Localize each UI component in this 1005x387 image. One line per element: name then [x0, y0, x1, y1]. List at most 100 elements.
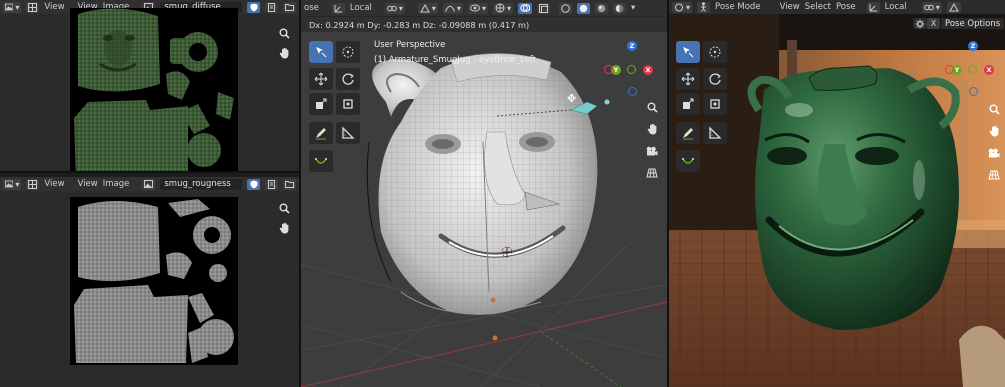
overlay-button[interactable]: [517, 2, 532, 14]
orientation-dropdown[interactable]: Local: [350, 3, 372, 13]
hand-icon[interactable]: [987, 124, 1001, 138]
editor-type-button[interactable]: ▾: [672, 1, 693, 13]
gizmo-neg-z[interactable]: [969, 87, 978, 96]
fake-user-button[interactable]: [247, 178, 260, 190]
fake-user-button[interactable]: [247, 1, 260, 13]
gizmo-neg-y[interactable]: [968, 65, 977, 74]
gizmo-neg-x[interactable]: [945, 65, 954, 74]
shading-popover[interactable]: ▾: [631, 3, 635, 13]
image-canvas-bottom[interactable]: [0, 191, 299, 387]
zoom-icon[interactable]: [645, 100, 659, 114]
perspective-label: User Perspective: [374, 40, 446, 50]
close-x-button[interactable]: X: [927, 18, 940, 29]
image-mode-button[interactable]: [26, 1, 40, 13]
view-dropdown[interactable]: View: [44, 179, 64, 189]
wireframe-icon: [561, 3, 570, 13]
tool-measure[interactable]: [336, 122, 360, 144]
gizmo-button[interactable]: ▾: [492, 2, 513, 14]
image-name-field[interactable]: smug_rougness: [160, 178, 242, 190]
gizmo-x-axis[interactable]: X: [984, 65, 994, 75]
tool-transform[interactable]: [703, 93, 727, 115]
tool-cursor[interactable]: [703, 41, 727, 63]
transform-orientation-button[interactable]: [866, 1, 880, 13]
camera-icon[interactable]: [987, 146, 1001, 160]
image-menu[interactable]: Image: [103, 179, 130, 189]
tool-measure[interactable]: [703, 122, 727, 144]
image-canvas-top[interactable]: [0, 8, 299, 171]
mode-label[interactable]: ose: [304, 3, 319, 13]
transform-icon: [710, 99, 720, 109]
proportional-button[interactable]: ▾: [442, 2, 463, 14]
tool-move[interactable]: [676, 68, 700, 90]
tool-select-box[interactable]: [676, 41, 700, 63]
tool-annotate[interactable]: [309, 122, 333, 144]
hand-icon[interactable]: [645, 122, 659, 136]
image-mode-button[interactable]: [26, 178, 40, 190]
pose-mode-icon-button[interactable]: [697, 1, 711, 13]
shading-rendered-button[interactable]: [612, 2, 626, 14]
image-editor-bottom: ▾ View View Image smug_rougness: [0, 173, 299, 387]
tool-scale[interactable]: [676, 93, 700, 115]
tool-move[interactable]: [309, 68, 333, 90]
editor-type-button[interactable]: ▾: [3, 1, 22, 13]
gizmo-x-axis[interactable]: X: [643, 65, 653, 75]
material-icon: [597, 4, 606, 12]
orientation-dropdown[interactable]: Local: [885, 2, 907, 12]
tool-bone-relax[interactable]: [676, 150, 700, 172]
shading-solid-button[interactable]: [576, 2, 590, 14]
pivot-button[interactable]: ▾: [921, 1, 942, 13]
gizmo-z-axis[interactable]: Z: [968, 41, 978, 51]
zoom-icon[interactable]: [987, 102, 1001, 116]
xray-button[interactable]: [536, 2, 550, 14]
navigation-gizmo[interactable]: Z Y X: [943, 38, 1003, 98]
view-menu[interactable]: View: [780, 2, 800, 12]
visibility-button[interactable]: ▾: [467, 2, 488, 14]
mode-dropdown[interactable]: Pose Mode: [715, 2, 761, 12]
image-editor-icon: [5, 3, 14, 11]
select-menu[interactable]: Select: [805, 2, 831, 12]
pose-options-button[interactable]: Pose Options: [941, 18, 1005, 29]
tool-select-box[interactable]: [309, 41, 333, 63]
new-image-button[interactable]: [265, 178, 278, 190]
tool-bone-relax[interactable]: [309, 150, 333, 172]
open-image-button[interactable]: [283, 1, 296, 13]
tool-annotate[interactable]: [676, 122, 700, 144]
tool-settings-icon[interactable]: [913, 18, 927, 29]
image-editor-top: ▾ View View Image smug_diffuse: [0, 0, 299, 171]
render-viewport-header: ▾ Pose Mode View Select Pose Local ▾: [669, 0, 1005, 14]
tool-scale[interactable]: [309, 93, 333, 115]
navigation-gizmo[interactable]: Z Y X: [602, 38, 662, 98]
view-menu[interactable]: View: [78, 179, 98, 189]
gizmo-neg-y[interactable]: [627, 65, 636, 74]
gizmo-z-axis[interactable]: Z: [627, 41, 637, 51]
snap-button[interactable]: [946, 1, 961, 13]
gizmo-neg-z[interactable]: [628, 87, 637, 96]
grid-view-icon[interactable]: [645, 166, 659, 180]
transform-orientation-button[interactable]: [331, 2, 345, 14]
hand-icon[interactable]: [277, 46, 291, 60]
tool-transform[interactable]: [336, 93, 360, 115]
open-image-button[interactable]: [283, 178, 296, 190]
camera-icon[interactable]: [645, 144, 659, 158]
editor-type-button[interactable]: ▾: [3, 178, 22, 190]
zoom-icon[interactable]: [277, 26, 291, 40]
shading-wireframe-button[interactable]: [558, 2, 572, 14]
measure-icon: [342, 126, 355, 139]
tool-cursor[interactable]: [336, 41, 360, 63]
tool-rotate[interactable]: [703, 68, 727, 90]
view-dropdown[interactable]: View: [44, 2, 64, 12]
pivot-button[interactable]: ▾: [384, 2, 405, 14]
browse-image-button[interactable]: [142, 178, 156, 190]
hand-icon[interactable]: [277, 221, 291, 235]
selection-label: (1) Armature_SmugJug : eyeBrow_Left: [374, 55, 536, 65]
pose-menu[interactable]: Pose: [836, 2, 856, 12]
xray-icon: [538, 3, 548, 13]
zoom-icon[interactable]: [277, 201, 291, 215]
new-image-button[interactable]: [265, 1, 278, 13]
gizmo-neg-x[interactable]: [604, 65, 613, 74]
shading-material-button[interactable]: [594, 2, 608, 14]
tool-rotate[interactable]: [336, 68, 360, 90]
snap-button[interactable]: ▾: [417, 2, 438, 14]
grid-view-icon[interactable]: [987, 168, 1001, 182]
rendered-icon: [615, 4, 624, 12]
